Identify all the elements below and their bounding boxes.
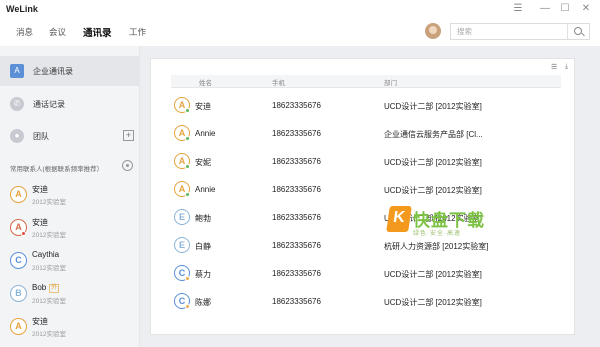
table-row[interactable]: A 安迪 18623335676 UCD设计二部 [2012实验室]	[171, 92, 561, 120]
table-row[interactable]: E 白静 18623335676 杭研人力资源部 [2012实验室]	[171, 232, 561, 260]
menu-icon[interactable]: ☰	[510, 2, 526, 16]
contact-item[interactable]: A 安迪 2012实验室	[0, 212, 140, 245]
cell-name: Annie	[195, 185, 216, 194]
contact-avatar: C	[10, 252, 27, 269]
cell-phone: 18623335676	[272, 269, 321, 278]
table-row[interactable]: E 鲍勃 18623335676 UCD设计二部 [2012实验室]	[171, 204, 561, 232]
cell-phone: 18623335676	[272, 297, 321, 306]
sidebar: A 企业通讯录 ✆ 通话记录 ● 团队 + 常用联系人(根据联系频率推荐） A安…	[0, 46, 140, 347]
contact-item[interactable]: C Caythia 2012实验室	[0, 245, 140, 278]
cell-name: 安妮	[195, 158, 211, 167]
contact-item[interactable]: B Bob 外 2012实验室	[0, 278, 140, 311]
cell-phone: 18623335676	[272, 129, 321, 138]
contact-item[interactable]: A 安迪 2012实验室	[0, 311, 140, 344]
contact-department: 2012实验室	[32, 232, 66, 239]
contact-name: 安迪	[32, 185, 48, 194]
export-icon[interactable]: ⤓	[565, 63, 575, 71]
minimize-icon[interactable]: —	[537, 2, 553, 16]
cell-phone: 18623335676	[272, 101, 321, 110]
tab-work[interactable]: 工作	[129, 26, 146, 38]
directory-icon: A	[10, 64, 24, 78]
maximize-icon[interactable]: ☐	[557, 2, 573, 16]
watermark-k-icon	[386, 206, 412, 232]
sidebar-item-label: 企业通讯录	[33, 67, 73, 76]
contact-avatar: A	[10, 318, 27, 335]
cell-name: 安迪	[195, 102, 211, 111]
tab-contacts[interactable]: 通讯录	[83, 25, 112, 39]
presence-dot	[185, 164, 190, 169]
column-header-phone: 手机	[272, 80, 285, 87]
team-icon: ●	[10, 129, 24, 143]
sidebar-item-label: 团队	[33, 132, 49, 141]
directory-panel: ☰ ⤓ 姓名 手机 部门 A 安迪 18623335676 UCD设计二部 [2012…	[150, 58, 575, 335]
contact-name: Bob 外	[32, 283, 60, 293]
close-icon[interactable]: ✕	[578, 2, 594, 16]
contact-item[interactable]: A 安迪 2012实验室	[0, 179, 140, 212]
top-nav: 消息 会议 通讯录 工作	[0, 20, 600, 46]
watermark-logo: 快盘下载 绿色·安全·高速	[386, 204, 498, 244]
presence-dot	[185, 276, 190, 281]
cell-name: 白静	[195, 242, 211, 251]
contact-department: 2012实验室	[32, 265, 66, 272]
contact-avatar: B	[10, 285, 27, 302]
contact-name: 安迪	[32, 218, 48, 227]
cell-department: UCD设计二部 [2012实验室]	[384, 270, 482, 279]
search-icon[interactable]	[567, 24, 589, 39]
status-badge	[21, 231, 26, 236]
main-content: ☰ ⤓ 姓名 手机 部门 A 安迪 18623335676 UCD设计二部 [2012…	[140, 46, 600, 347]
cell-phone: 18623335676	[272, 157, 321, 166]
cell-phone: 18623335676	[272, 213, 321, 222]
table-header: 姓名 手机 部门	[171, 75, 561, 88]
table-row[interactable]: A Annie 18623335676 UCD设计二部 [2012实验室]	[171, 176, 561, 204]
sidebar-item-call-log[interactable]: ✆ 通话记录	[0, 89, 140, 119]
contact-department: 2012实验室	[32, 199, 66, 206]
cell-phone: 18623335676	[272, 185, 321, 194]
contact-avatar: E	[174, 209, 190, 225]
tab-meetings[interactable]: 会议	[49, 26, 66, 38]
presence-dot	[185, 136, 190, 141]
contact-department: 2012实验室	[32, 331, 66, 338]
column-header-department: 部门	[384, 80, 397, 87]
cell-department: UCD设计二部 [2012实验室]	[384, 158, 482, 167]
sidebar-item-label: 通话记录	[33, 100, 65, 109]
title-bar: WeLink ☰ — ☐ ✕	[0, 0, 600, 20]
cell-name: Annie	[195, 129, 216, 138]
column-header-name: 姓名	[199, 80, 212, 87]
tab-messages[interactable]: 消息	[16, 26, 33, 38]
cell-department: UCD设计二部 [2012实验室]	[384, 102, 482, 111]
cell-name: 陈娜	[195, 298, 211, 307]
phone-icon: ✆	[10, 97, 24, 111]
presence-dot	[185, 304, 190, 309]
watermark-subtext: 绿色·安全·高速	[413, 231, 461, 237]
table-row[interactable]: A 安妮 18623335676 UCD设计二部 [2012实验室]	[171, 148, 561, 176]
presence-dot	[185, 108, 190, 113]
sidebar-item-team[interactable]: ● 团队 +	[0, 121, 140, 151]
contact-avatar: E	[174, 237, 190, 253]
app-title: WeLink	[6, 4, 38, 14]
user-avatar[interactable]	[425, 23, 441, 39]
cell-name: 鲍勃	[195, 214, 211, 223]
cell-department: UCD设计二部 [2012实验室]	[384, 298, 482, 307]
search-box	[450, 23, 590, 40]
contact-avatar: A	[10, 186, 27, 203]
cell-phone: 18623335676	[272, 241, 321, 250]
cell-name: 蔡力	[195, 270, 211, 279]
table-row[interactable]: C 蔡力 18623335676 UCD设计二部 [2012实验室]	[171, 260, 561, 288]
sidebar-item-enterprise-directory[interactable]: A 企业通讯录	[0, 56, 140, 86]
contact-name: 安迪	[32, 317, 48, 326]
contact-name: Caythia	[32, 250, 60, 259]
external-tag: 外	[49, 284, 60, 293]
settings-icon[interactable]	[122, 160, 133, 171]
cell-department: 企业通信云服务产品部 [Cl...	[384, 130, 483, 139]
cell-department: UCD设计二部 [2012实验室]	[384, 186, 482, 195]
table-row[interactable]: A Annie 18623335676 企业通信云服务产品部 [Cl...	[171, 120, 561, 148]
search-input[interactable]	[451, 24, 566, 39]
table-row[interactable]: C 陈娜 18623335676 UCD设计二部 [2012实验室]	[171, 288, 561, 316]
frequent-contacts-label: 常用联系人(根据联系频率推荐）	[10, 166, 104, 173]
presence-dot	[185, 192, 190, 197]
contact-department: 2012实验室	[32, 298, 66, 305]
add-team-icon[interactable]: +	[123, 130, 134, 141]
list-view-icon[interactable]: ☰	[551, 63, 561, 71]
